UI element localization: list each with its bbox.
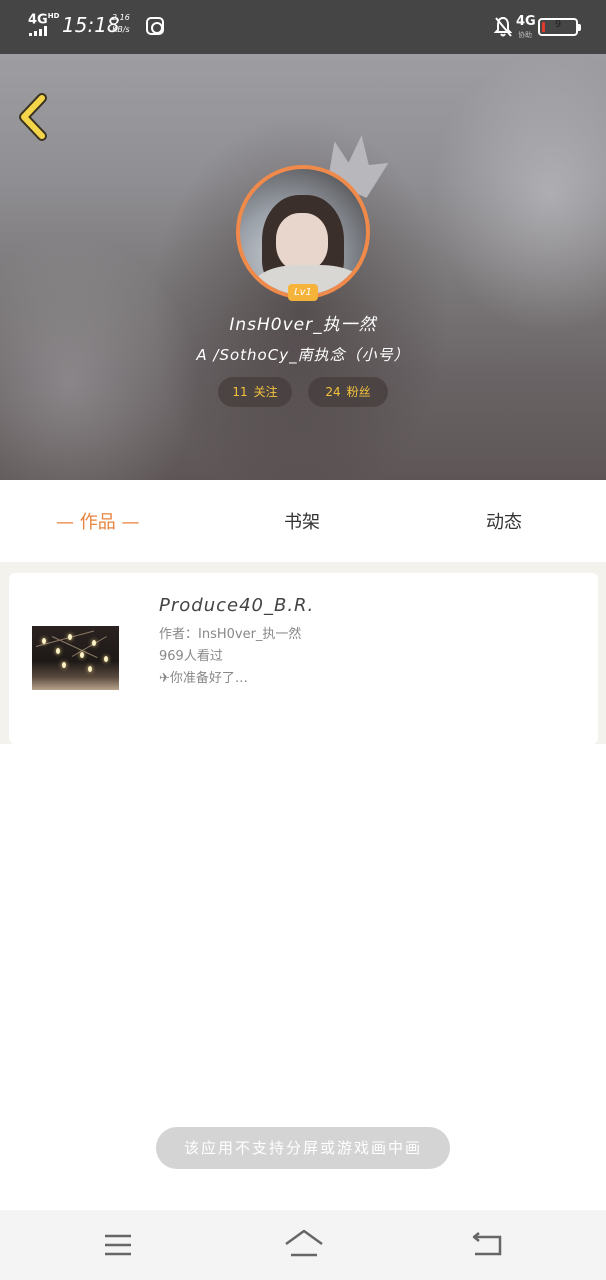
fans-label: 粉丝 — [346, 385, 371, 399]
list-item[interactable]: Produce40_B.R. 作者：InsH0ver_执一然 969人看过 ✈你… — [9, 573, 598, 744]
status-bar: 4GHD 15:18 2.16 KB/s 4G 协助 9 — [0, 0, 606, 54]
menu-icon[interactable] — [103, 1233, 133, 1257]
work-views: 969人看过 — [159, 649, 223, 664]
profile-header: Lv1 InsH0ver_执一然 A /SothoCy_南执念（小号） 11 关注… — [0, 54, 606, 480]
network-sub: 协助 — [518, 31, 532, 39]
bell-off-icon — [494, 16, 512, 37]
system-nav-bar — [0, 1210, 606, 1280]
network-type-right: 4G — [516, 14, 536, 29]
fans-button[interactable]: 24 粉丝 — [308, 377, 388, 407]
network-sup: HD — [47, 12, 60, 20]
avatar-face — [276, 213, 328, 271]
following-button[interactable]: 11 关注 — [218, 377, 292, 407]
work-title: Produce40_B.R. — [159, 595, 315, 616]
tab-feed[interactable]: 动态 — [486, 508, 522, 534]
clock: 15:18 — [62, 13, 120, 37]
app-notification-icon — [146, 17, 164, 35]
avatar[interactable] — [236, 165, 370, 299]
fans-count: 24 — [325, 385, 341, 399]
back-icon[interactable] — [470, 1232, 504, 1258]
tab-bookshelf[interactable]: 书架 — [284, 508, 320, 534]
signal-icon — [29, 26, 47, 36]
speed-value: 2.16 — [112, 13, 130, 22]
battery-icon: 9 — [538, 18, 581, 36]
tab-bar: — 作品 — 书架 动态 — [0, 480, 606, 562]
tab-works[interactable]: — 作品 — — [56, 508, 139, 534]
network-speed: 2.16 KB/s — [112, 12, 130, 36]
chevron-left-icon[interactable] — [14, 92, 54, 142]
battery-level: 9 — [554, 19, 562, 30]
alt-account-link[interactable]: A /SothoCy_南执念（小号） — [0, 344, 606, 365]
works-list: Produce40_B.R. 作者：InsH0ver_执一然 969人看过 ✈你… — [0, 562, 606, 744]
following-count: 11 — [232, 385, 248, 399]
work-description: ✈你准备好了… — [159, 671, 248, 686]
speed-unit: KB/s — [112, 25, 130, 34]
following-label: 关注 — [253, 385, 278, 399]
toast-message: 该应用不支持分屏或游戏画中画 — [156, 1127, 450, 1169]
work-author: 作者：InsH0ver_执一然 — [159, 627, 302, 642]
work-cover-image — [32, 626, 119, 690]
header-background-highlight — [430, 54, 606, 334]
home-icon[interactable] — [283, 1227, 325, 1261]
username: InsH0ver_执一然 — [229, 315, 377, 335]
level-badge: Lv1 — [288, 284, 318, 301]
